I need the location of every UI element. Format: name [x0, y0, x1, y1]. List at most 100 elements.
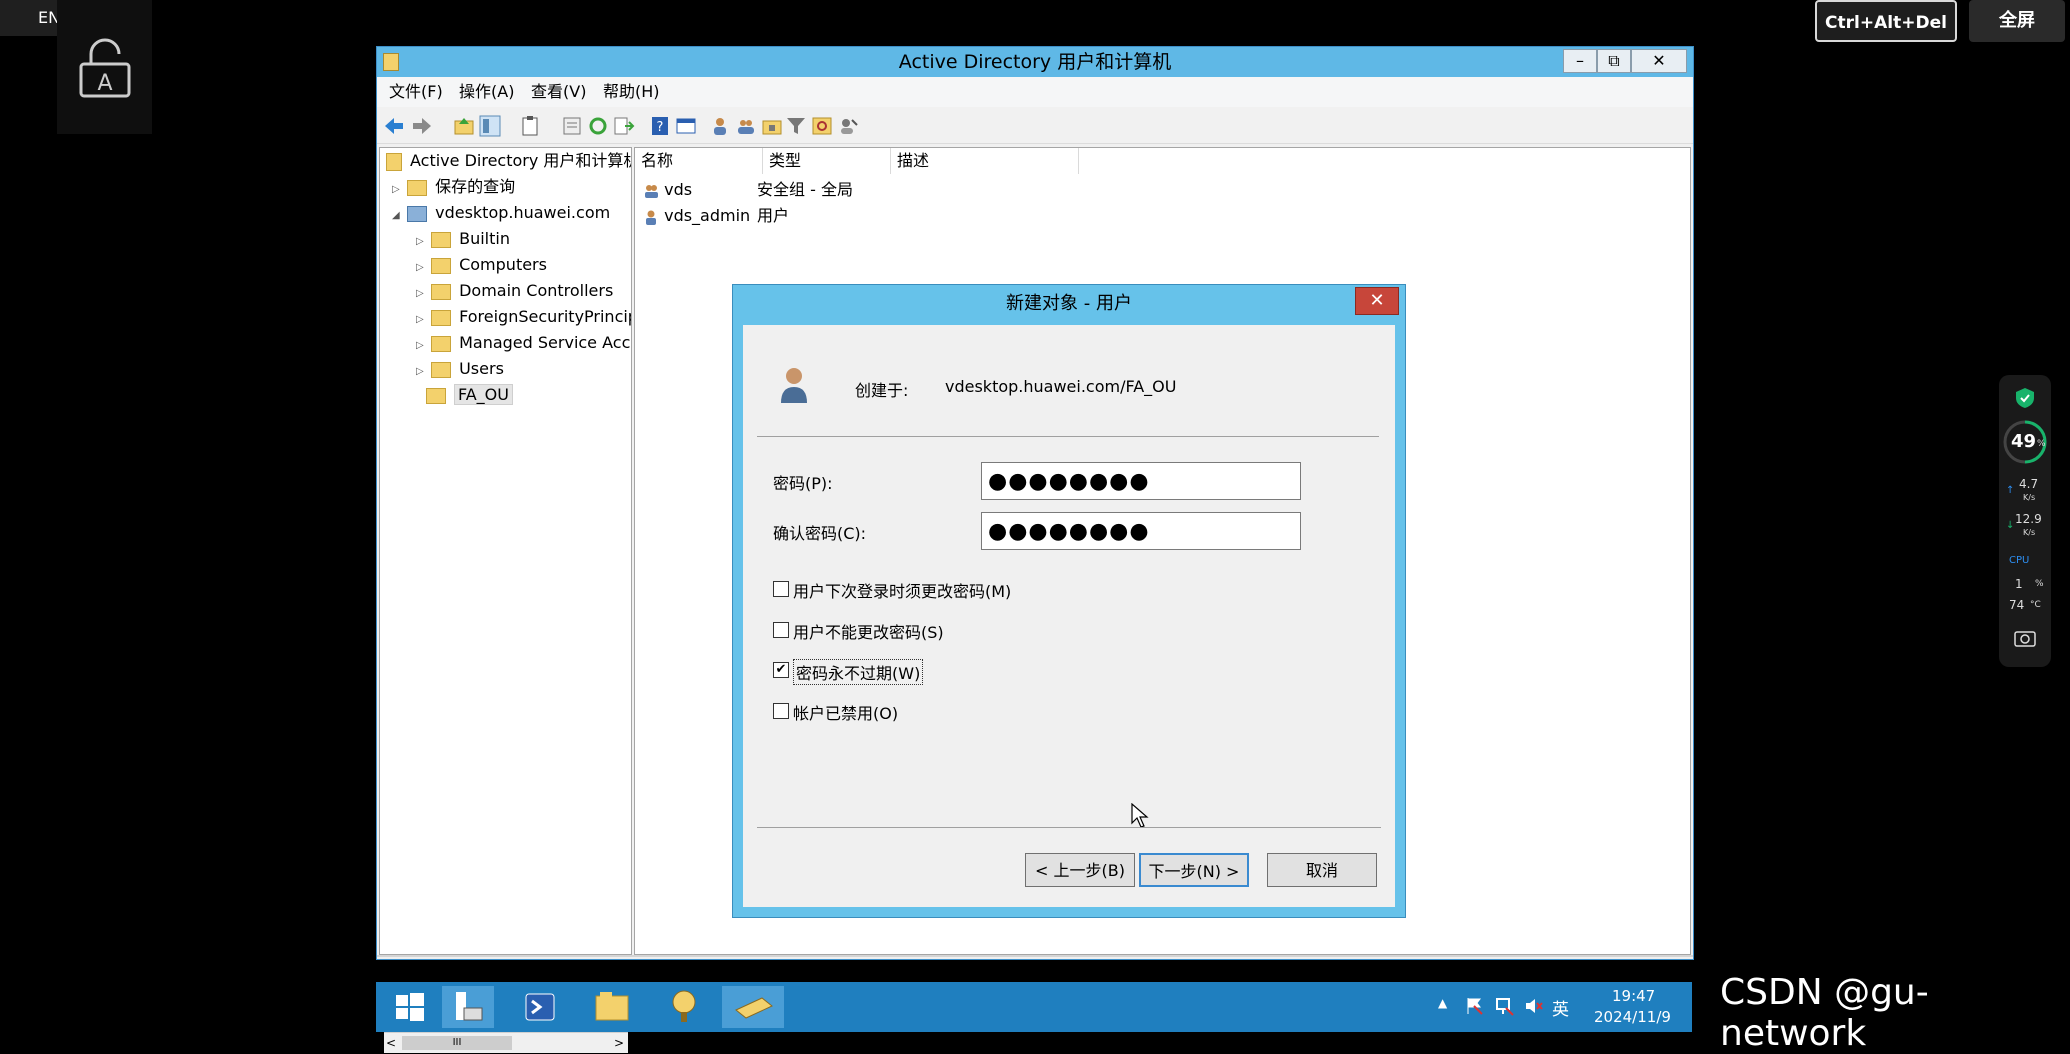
ctrl-alt-del-button[interactable]: Ctrl+Alt+Del [1815, 0, 1957, 42]
ime-indicator[interactable]: 英 [1552, 995, 1569, 1020]
find-icon[interactable] [811, 115, 833, 137]
menu-help[interactable]: 帮助(H) [603, 77, 660, 107]
svg-text:?: ? [657, 120, 664, 135]
export-list-icon[interactable] [613, 115, 635, 137]
back-button[interactable]: < 上一步(B) [1025, 853, 1135, 887]
network-icon[interactable] [1494, 996, 1514, 1016]
window-title: Active Directory 用户和计算机 [898, 51, 1172, 73]
ou-folder-icon [426, 387, 446, 404]
tree-item-builtin[interactable]: ▷ Builtin [380, 226, 631, 252]
show-tree-icon[interactable] [479, 115, 501, 137]
menu-view[interactable]: 查看(V) [531, 77, 586, 107]
dialog-title[interactable]: 新建对象 - 用户 [733, 285, 1405, 323]
tree-item-domain-controllers[interactable]: ▷ Domain Controllers [380, 278, 631, 304]
cancel-button[interactable]: 取消 [1267, 853, 1377, 887]
tree-item-fa-ou[interactable]: FA_OU [380, 382, 631, 408]
collapse-triangle-icon[interactable]: ◢ [392, 203, 402, 226]
scroll-right-icon[interactable]: > [614, 1033, 624, 1053]
add-to-group-icon[interactable] [837, 115, 859, 137]
folder-icon [431, 231, 452, 248]
back-arrow-icon[interactable] [383, 115, 405, 137]
expand-triangle-icon[interactable]: ▷ [416, 281, 426, 304]
help-icon[interactable]: ? [649, 115, 671, 137]
group-icon [645, 184, 658, 198]
tree-item-users[interactable]: ▷ Users [380, 356, 631, 382]
clipboard-icon[interactable] [519, 115, 541, 137]
column-header-type[interactable]: 类型 [763, 148, 891, 174]
svg-text:A: A [97, 71, 112, 96]
usage-percent-unit: % [2037, 439, 2046, 449]
checkbox[interactable] [773, 581, 789, 597]
refresh-icon[interactable] [587, 115, 609, 137]
tree-item-saved-queries[interactable]: ▷ 保存的查询 [380, 174, 631, 200]
scroll-thumb[interactable]: III [402, 1036, 512, 1050]
expand-triangle-icon[interactable]: ▷ [392, 177, 402, 200]
password-input[interactable]: ●●●●●●●● [981, 462, 1301, 500]
screenshot-camera-icon[interactable] [2014, 629, 2036, 647]
scroll-left-icon[interactable]: < [386, 1033, 396, 1053]
event-viewer-icon[interactable] [658, 986, 710, 1028]
upload-arrow-icon: ↑ [2006, 485, 2015, 496]
minimize-button[interactable]: – [1563, 49, 1597, 73]
folder-icon [431, 335, 452, 352]
dialog-close-button[interactable]: ✕ [1355, 287, 1399, 315]
checkbox[interactable] [773, 622, 789, 638]
properties-icon[interactable] [561, 115, 583, 137]
powershell-icon[interactable] [514, 986, 566, 1028]
expand-triangle-icon[interactable]: ▷ [416, 333, 426, 356]
row-name: vds_admin [664, 206, 751, 225]
new-group-icon[interactable] [735, 115, 757, 137]
tree-item-computers[interactable]: ▷ Computers [380, 252, 631, 278]
checkbox-checked[interactable]: ✔ [773, 662, 789, 678]
tree-root[interactable]: Active Directory 用户和计算机 [380, 148, 631, 174]
window-titlebar[interactable]: Active Directory 用户和计算机 – ⧉ ✕ [377, 47, 1693, 77]
checkbox[interactable] [773, 703, 789, 719]
menu-file[interactable]: 文件(F) [389, 77, 443, 107]
tree-item-domain[interactable]: ◢ vdesktop.huawei.com [380, 200, 631, 226]
clock-time[interactable]: 19:47 [1612, 987, 1655, 1005]
restore-button[interactable]: ⧉ [1597, 49, 1631, 73]
created-in-label: 创建于: [855, 381, 909, 400]
up-folder-icon[interactable] [453, 115, 475, 137]
confirm-password-input[interactable]: ●●●●●●●● [981, 512, 1301, 550]
folder-icon [431, 257, 452, 274]
tree-item-foreign-security-principals[interactable]: ▷ ForeignSecurityPrincipals [380, 304, 631, 330]
new-ou-icon[interactable] [761, 115, 783, 137]
file-explorer-icon[interactable] [586, 986, 638, 1028]
status-bar [377, 955, 1693, 957]
server-manager-task[interactable] [442, 986, 494, 1028]
lock-panel[interactable]: A [57, 0, 152, 134]
row-type: 用户 [757, 206, 790, 225]
menu-action[interactable]: 操作(A) [459, 77, 514, 107]
list-row[interactable]: vds_admin 用户 [643, 204, 1093, 228]
expand-triangle-icon[interactable]: ▷ [416, 307, 426, 330]
language-indicator[interactable]: EN [0, 0, 62, 36]
ad-users-task[interactable] [722, 986, 784, 1028]
expand-triangle-icon[interactable]: ▷ [416, 229, 426, 252]
close-button[interactable]: ✕ [1631, 49, 1687, 73]
column-header-name[interactable]: 名称 [635, 148, 763, 174]
expand-triangle-icon[interactable]: ▷ [416, 255, 426, 278]
toolbar: ? [377, 107, 1693, 144]
shield-icon [2016, 388, 2034, 408]
action-center-flag-icon[interactable] [1464, 996, 1484, 1016]
tray-overflow-icon[interactable]: ▲ [1438, 996, 1447, 1010]
volume-muted-icon[interactable] [1524, 996, 1544, 1016]
forward-arrow-icon[interactable] [411, 115, 433, 137]
console-icon[interactable] [675, 115, 697, 137]
tree-item-managed-service-accounts[interactable]: ▷ Managed Service Accounts [380, 330, 631, 356]
new-user-icon[interactable] [709, 115, 731, 137]
next-button[interactable]: 下一步(N) > [1139, 853, 1249, 887]
clock-date[interactable]: 2024/11/9 [1594, 1008, 1671, 1026]
expand-triangle-icon[interactable]: ▷ [416, 359, 426, 382]
column-header-description[interactable]: 描述 [891, 148, 1079, 174]
filter-icon[interactable] [785, 115, 807, 137]
mouse-cursor-icon [1131, 803, 1149, 828]
list-row[interactable]: vds 安全组 - 全局 [643, 178, 1093, 202]
tree-horizontal-scrollbar[interactable]: < III > [384, 1032, 628, 1053]
fullscreen-button[interactable]: 全屏 [1969, 0, 2065, 42]
windows-start-icon[interactable] [384, 986, 436, 1028]
upload-unit: K/s [2023, 493, 2036, 502]
lock-icon[interactable]: A [77, 34, 133, 100]
performance-widget[interactable]: 49 % ↑ 4.7 K/s ↓ 12.9 K/s CPU 1 % 74 °C [1999, 375, 2051, 667]
